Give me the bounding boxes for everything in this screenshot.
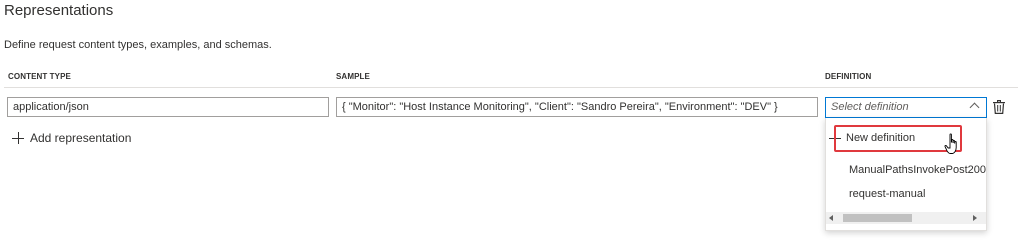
section-title: Representations (4, 2, 114, 19)
add-representation-button[interactable]: Add representation (12, 129, 131, 147)
scrollbar-thumb[interactable] (843, 214, 912, 222)
scroll-right-arrow-icon[interactable] (973, 215, 977, 221)
definition-select-placeholder: Select definition (831, 101, 909, 113)
column-header-definition: DEFINITION (825, 72, 872, 81)
definition-option[interactable]: request-manual (826, 182, 986, 206)
content-type-input[interactable] (7, 97, 329, 117)
definition-option[interactable]: ManualPathsInvokePost200Request (826, 158, 986, 182)
scroll-left-arrow-icon[interactable] (829, 215, 833, 221)
horizontal-scrollbar[interactable] (826, 212, 986, 224)
annotation-highlight-box (834, 125, 962, 152)
definition-select[interactable]: Select definition (825, 97, 987, 118)
column-header-content-type: CONTENT TYPE (8, 72, 71, 81)
definition-dropdown: New definition ManualPathsInvokePost200 R… (825, 118, 987, 231)
add-representation-label: Add representation (30, 131, 132, 145)
definition-option-label: request-manual (849, 188, 926, 200)
definition-option-label: ManualPathsInvokePost200Request (849, 164, 986, 176)
trash-icon[interactable] (993, 100, 1005, 114)
sample-input[interactable]: { "Monitor": "Host Instance Monitoring",… (336, 97, 818, 117)
header-divider (4, 87, 1018, 88)
chevron-up-icon[interactable] (969, 102, 980, 113)
section-description: Define request content types, examples, … (4, 39, 272, 51)
plus-icon (12, 132, 24, 144)
column-header-sample: SAMPLE (336, 72, 370, 81)
